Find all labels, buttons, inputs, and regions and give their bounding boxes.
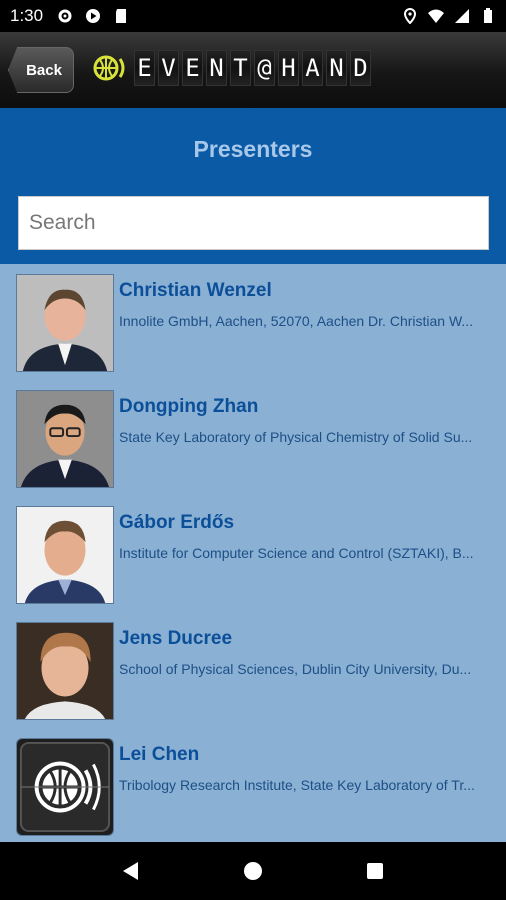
play-icon <box>86 9 101 23</box>
presenter-organization: State Key Laboratory of Physical Chemist… <box>119 429 473 445</box>
back-triangle-icon[interactable] <box>120 860 142 882</box>
list-item[interactable]: Lei Chen Tribology Research Institute, S… <box>0 728 506 842</box>
presenter-photo <box>16 622 114 720</box>
event-logo-icon <box>17 739 113 835</box>
brand-letter: D <box>350 50 371 86</box>
brand-letter: @ <box>254 50 275 86</box>
presenter-name: Lei Chen <box>119 744 200 765</box>
list-item[interactable]: Christian Wenzel Innolite GmbH, Aachen, … <box>0 264 506 380</box>
presenter-photo <box>16 274 114 372</box>
presenter-photo <box>16 506 114 604</box>
presenter-photo-placeholder <box>16 738 114 836</box>
presenter-organization: Innolite GmbH, Aachen, 52070, Aachen Dr.… <box>119 313 474 329</box>
wifi-icon <box>428 9 444 23</box>
presenter-name: Gábor Erdős <box>119 512 235 533</box>
location-icon <box>403 8 417 24</box>
brand-letter: T <box>230 50 251 86</box>
brand-letter: N <box>326 50 347 86</box>
brand-letter: E <box>182 50 203 86</box>
title-band: Presenters <box>0 108 506 264</box>
brand-letter: V <box>158 50 179 86</box>
gear-icon <box>58 9 72 23</box>
brand-letter: H <box>278 50 299 86</box>
list-item[interactable]: Gábor Erdős Institute for Computer Scien… <box>0 496 506 612</box>
presenter-name: Dongping Zhan <box>119 396 259 417</box>
status-time: 1:30 <box>10 6 44 25</box>
battery-icon <box>484 8 492 23</box>
back-button[interactable]: Back <box>8 47 74 93</box>
app-header: Back E V E N T @ H A N D <box>0 32 506 108</box>
list-item[interactable]: Jens Ducree School of Physical Sciences,… <box>0 612 506 728</box>
brand-letter: A <box>302 50 323 86</box>
presenter-list[interactable]: Christian Wenzel Innolite GmbH, Aachen, … <box>0 264 506 842</box>
status-bar: 1:30 <box>0 0 506 32</box>
recents-square-icon[interactable] <box>364 860 386 882</box>
presenter-organization: Tribology Research Institute, State Key … <box>119 777 475 793</box>
brand-logo: E V E N T @ H A N D <box>92 50 371 86</box>
presenter-name: Christian Wenzel <box>119 280 272 301</box>
brand-letter: E <box>134 50 155 86</box>
brand-wordmark: E V E N T @ H A N D <box>134 50 371 86</box>
list-item[interactable]: Dongping Zhan State Key Laboratory of Ph… <box>0 380 506 496</box>
globe-signal-icon <box>93 55 125 81</box>
brand-letter: N <box>206 50 227 86</box>
presenter-name: Jens Ducree <box>119 628 233 649</box>
home-circle-icon[interactable] <box>242 860 264 882</box>
search-input[interactable] <box>18 196 489 250</box>
system-nav-bar <box>0 842 506 900</box>
presenter-organization: Institute for Computer Science and Contr… <box>119 545 474 561</box>
presenter-organization: School of Physical Sciences, Dublin City… <box>119 661 472 677</box>
presenter-photo <box>16 390 114 488</box>
page-title: Presenters <box>193 136 313 162</box>
sd-card-icon <box>116 9 127 23</box>
back-button-label: Back <box>26 61 62 79</box>
signal-icon <box>455 9 469 23</box>
